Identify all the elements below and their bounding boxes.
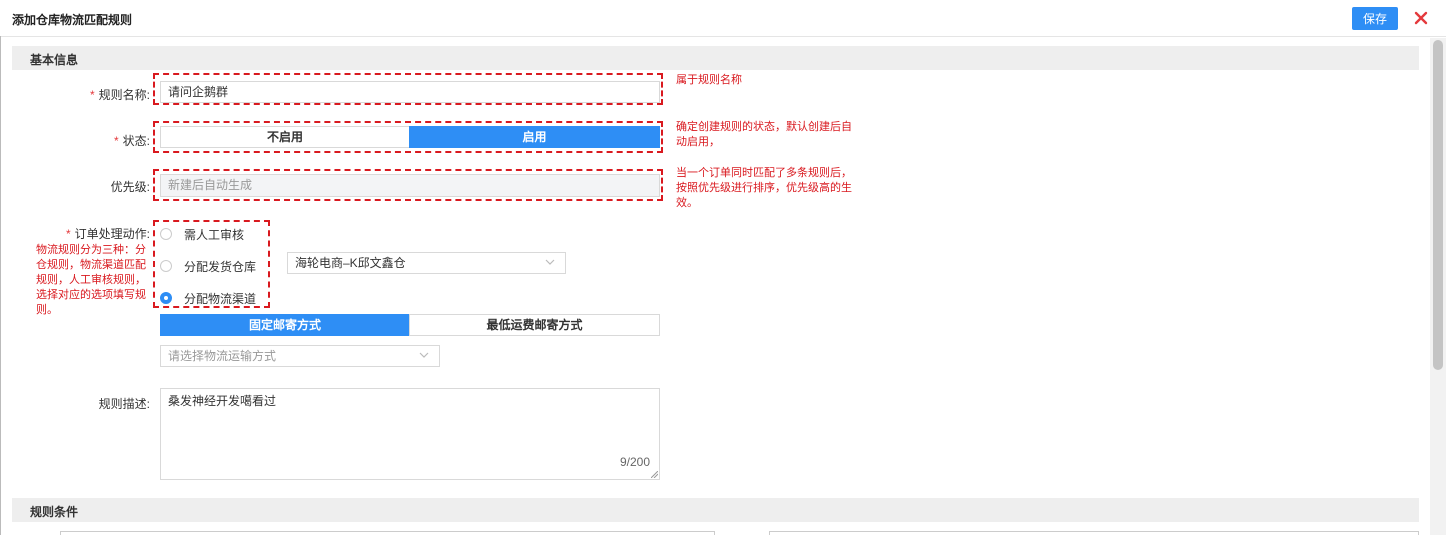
condition-field-left[interactable] [60,531,715,535]
dialog-left-border [0,36,1,535]
transport-method-select[interactable]: 请选择物流运输方式 [160,345,440,367]
transport-method-placeholder: 请选择物流运输方式 [168,349,277,363]
shipping-mode-fixed[interactable]: 固定邮寄方式 [160,314,410,336]
order-action-label: * 订单处理动作: [65,227,150,241]
chevron-down-icon [545,259,555,265]
section-basic-info-title: 基本信息 [30,53,79,67]
section-basic-info: 基本信息 [12,46,1419,70]
required-mark: * [113,134,119,148]
priority-label: 优先级: [110,180,150,194]
annotation-box-status [153,121,663,153]
annotation-box-name [153,73,663,105]
annotation-name: 属于规则名称 [676,74,742,86]
annotation-status: 确定创建规则的状态，默认创建后自动启用， [676,121,852,148]
section-rule-conditions: 规则条件 [12,498,1419,522]
rule-name-label: * 规则名称: [89,88,150,102]
required-mark: * [89,88,95,102]
close-icon[interactable] [1411,7,1431,29]
annotation-action: 物流规则分为三种：分仓规则，物流渠道匹配规则，人工审核规则，选择对应的选项填写规… [36,244,146,316]
annotation-box-action [153,220,270,308]
required-mark: * [65,227,71,241]
dialog-header: 添加仓库物流匹配规则 保存 [0,0,1446,37]
description-textarea[interactable]: 桑发神经开发噶看过 9/200 [160,388,660,480]
resize-handle-icon[interactable] [651,471,658,478]
description-value: 桑发神经开发噶看过 [168,394,277,408]
annotation-priority: 当一个订单同时匹配了多条规则后，按照优先级进行排序，优先级高的生效。 [676,167,852,209]
condition-field-right[interactable] [769,531,1419,535]
section-rule-conditions-title: 规则条件 [30,505,79,519]
description-char-count: 9/200 [619,455,650,469]
dialog-title: 添加仓库物流匹配规则 [12,13,133,27]
save-button[interactable]: 保存 [1352,7,1398,30]
status-label: * 状态: [113,134,150,148]
shipping-mode-lowest-cost[interactable]: 最低运费邮寄方式 [409,314,660,336]
scrollbar-thumb[interactable] [1433,40,1443,370]
chevron-down-icon [419,352,429,358]
annotation-box-priority [153,169,663,201]
warehouse-select[interactable]: 海轮电商–K邱文鑫仓 [287,252,566,274]
description-label: 规则描述: [98,397,150,411]
warehouse-select-value: 海轮电商–K邱文鑫仓 [295,256,406,270]
